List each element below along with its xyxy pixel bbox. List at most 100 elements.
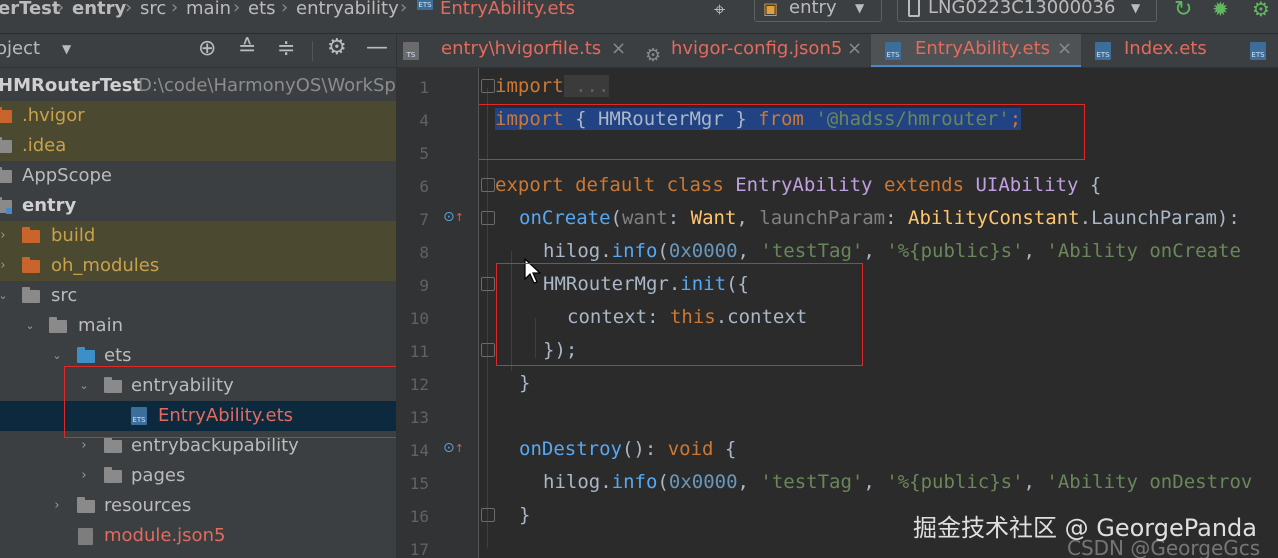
chevron-right-icon[interactable]: › — [0, 221, 10, 251]
phone-icon — [908, 0, 920, 17]
tab-hvigorfile[interactable]: TS entry\hvigorfile.ts × — [397, 34, 633, 67]
comma: , — [1023, 471, 1047, 493]
comma: , — [863, 471, 887, 493]
chevron-down-icon[interactable]: ⌄ — [50, 341, 64, 371]
override-marker-icon[interactable]: ⊙↑ — [443, 209, 464, 225]
breadcrumb-project[interactable]: erTest — [0, 0, 61, 20]
tree-item-pages[interactable]: › pages — [0, 461, 396, 491]
tree-item-src[interactable]: ⌄ src — [0, 281, 396, 311]
tab-label: EntryAbility.ets — [915, 38, 1051, 59]
tree-root[interactable]: HMRouterTest D:\code\HarmonyOS\WorkSpa — [0, 71, 396, 101]
method-name: info — [611, 240, 658, 262]
tab-label: hvigor-config.json5 — [671, 38, 843, 59]
breadcrumb-main[interactable]: main — [186, 0, 231, 20]
close-icon[interactable]: × — [1057, 34, 1072, 64]
annotation-box-project — [64, 366, 396, 438]
chevron-right-icon: › — [125, 0, 133, 18]
code-line-1: import ... — [495, 70, 610, 103]
line-number: 12 — [409, 375, 429, 394]
breadcrumb-entryability[interactable]: entryability — [296, 0, 399, 20]
tree-item-module-json5[interactable]: module.json5 — [0, 521, 396, 551]
run-configuration-select[interactable]: ▣ entry ▼ — [754, 0, 882, 22]
class-name: EntryAbility — [735, 174, 873, 196]
tree-item-label: .idea — [22, 135, 67, 156]
tree-item-resources[interactable]: › resources — [0, 491, 396, 521]
chevron-right-icon[interactable]: › — [0, 251, 10, 281]
fold-marker-icon[interactable] — [481, 211, 495, 225]
config-file-icon: ⚙ — [645, 45, 662, 66]
tree-item-label: module.json5 — [104, 525, 226, 546]
module-badge-icon — [6, 208, 12, 214]
folder-icon — [22, 227, 40, 243]
tree-item-main[interactable]: ⌄ main — [0, 311, 396, 341]
folder-icon — [0, 167, 12, 183]
chevron-right-icon[interactable]: › — [50, 491, 64, 521]
override-marker-icon[interactable]: ⊙↑ — [443, 440, 464, 456]
tab-index[interactable]: ETS Index.ets — [1087, 34, 1247, 67]
keyword: export default class — [495, 174, 736, 196]
expand-all-icon[interactable]: ≙ — [238, 36, 256, 61]
tree-item-appscope[interactable]: AppScope — [0, 161, 396, 191]
line-number: 16 — [409, 507, 429, 526]
string-literal: 'testTag' — [760, 471, 864, 493]
breadcrumb-ets[interactable]: ets — [248, 0, 276, 20]
code-editor[interactable]: import ... import { HMRouterMgr } from '… — [479, 68, 1278, 558]
close-icon[interactable]: × — [611, 34, 626, 64]
dot: . — [600, 471, 612, 493]
run-configuration-label: entry — [789, 0, 837, 18]
tab-hvigor-config[interactable]: ⚙ hvigor-config.json5 × — [637, 34, 867, 67]
fold-marker-icon[interactable] — [481, 79, 495, 93]
folder-icon — [77, 497, 95, 513]
locate-file-icon[interactable]: ⊕ — [198, 36, 216, 61]
brace: { — [1078, 174, 1102, 196]
paren: ( — [657, 471, 669, 493]
method-name: info — [611, 471, 658, 493]
minimize-icon[interactable]: — — [366, 35, 388, 60]
comma: , — [736, 207, 760, 229]
device-select[interactable]: LNG0223C13000036 ▼ — [897, 0, 1157, 22]
gear-icon[interactable]: ⚙ — [327, 35, 347, 60]
editor-gutter: 1 4 5 6 7 8 9 10 11 12 13 14 15 16 17 ⊙↑… — [397, 68, 479, 558]
close-icon[interactable]: × — [847, 34, 862, 64]
breadcrumb-src[interactable]: src — [140, 0, 166, 20]
chevron-down-icon[interactable]: ⌄ — [0, 281, 10, 311]
fold-marker-icon[interactable] — [481, 178, 495, 192]
chevron-right-icon: › — [57, 0, 65, 18]
breadcrumb-file[interactable]: EntryAbility.ets — [440, 0, 575, 20]
line-number: 4 — [419, 111, 429, 130]
project-view-title[interactable]: oject — [0, 38, 40, 59]
collapse-all-icon[interactable]: ≑ — [277, 36, 295, 61]
tree-item-oh-modules[interactable]: › oh_modules — [0, 251, 396, 281]
closing-brace: } — [519, 372, 531, 394]
tree-item-build[interactable]: › build — [0, 221, 396, 251]
tree-item-entry[interactable]: entry — [0, 191, 396, 221]
line-number: 17 — [409, 540, 429, 558]
source-folder-icon — [77, 347, 95, 363]
tab-label: Index.ets — [1124, 38, 1207, 59]
number-literal: 0x0000 — [668, 240, 738, 262]
folded-imports[interactable]: ... — [563, 75, 610, 97]
comma: , — [863, 240, 887, 262]
fold-marker-icon[interactable] — [481, 508, 495, 522]
paren: ): — [1216, 207, 1240, 229]
target-icon[interactable]: ⌖ — [714, 0, 725, 21]
chevron-down-icon[interactable]: ⌄ — [23, 311, 37, 341]
chevron-right-icon[interactable]: › — [77, 461, 91, 491]
tab-entryability[interactable]: ETS EntryAbility.ets × — [871, 34, 1081, 67]
tree-item-label: pages — [131, 465, 186, 486]
tree-item-idea[interactable]: .idea — [0, 131, 396, 161]
line-number: 5 — [419, 144, 429, 163]
debug-bug-icon[interactable]: ✹ — [1212, 0, 1229, 21]
breadcrumb-module[interactable]: entry — [72, 0, 126, 20]
refresh-icon[interactable]: ↻ — [1174, 0, 1192, 22]
ets-file-icon[interactable]: ETS — [1250, 42, 1266, 60]
folder-icon — [22, 287, 40, 303]
fold-marker-icon[interactable] — [481, 277, 495, 291]
tree-item-label: main — [78, 315, 123, 336]
keyword: import — [495, 75, 564, 97]
comma: , — [737, 471, 761, 493]
profiler-icon[interactable]: ⚙ — [1252, 0, 1270, 21]
chevron-down-icon[interactable]: ▼ — [62, 42, 71, 56]
fold-marker-icon[interactable] — [481, 343, 495, 357]
tree-item-hvigor[interactable]: .hvigor — [0, 101, 396, 131]
